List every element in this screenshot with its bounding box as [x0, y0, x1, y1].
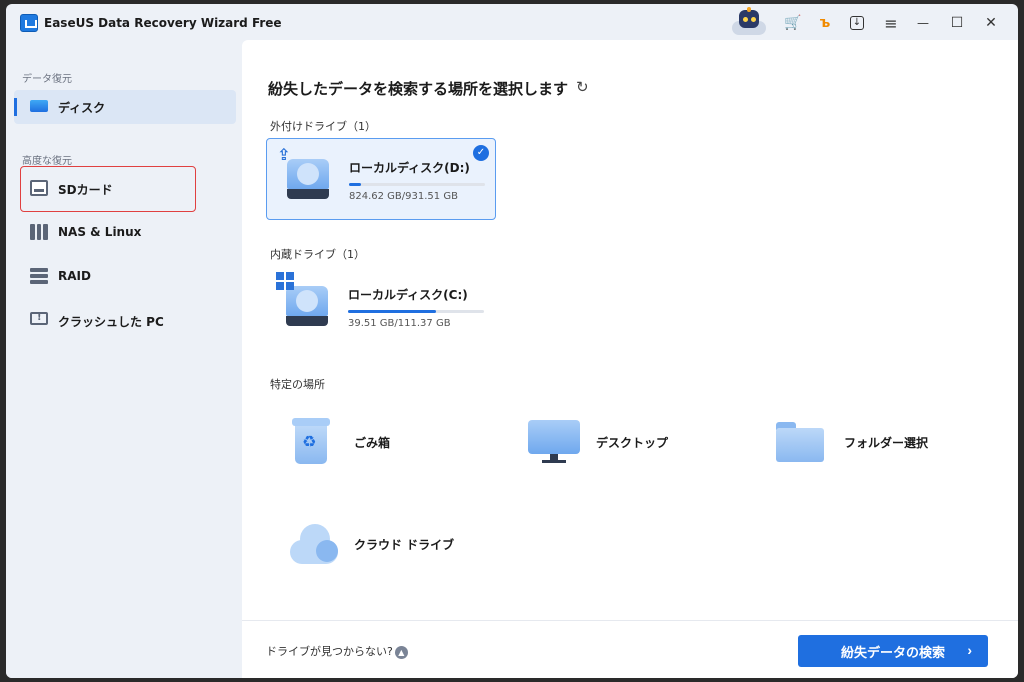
app-logo-icon — [20, 14, 38, 32]
sidebar-item-crashed-pc[interactable]: クラッシュした PC — [14, 304, 236, 338]
cloud-icon — [286, 522, 340, 566]
chevron-right-icon: › — [967, 642, 972, 658]
cart-icon[interactable]: 🛒 — [782, 12, 804, 34]
sidebar-item-label: RAID — [58, 269, 91, 283]
sidebar-item-sd-card[interactable]: SDカード — [14, 172, 236, 206]
location-label: デスクトップ — [596, 436, 669, 450]
refresh-icon[interactable]: ↻ — [576, 78, 589, 96]
drive-size: 824.62 GB/931.51 GB — [349, 191, 458, 202]
drive-not-found-link[interactable]: ドライブが見つからない? ▲ — [266, 643, 408, 659]
sidebar-item-label: ディスク — [58, 101, 106, 115]
windows-icon — [276, 272, 294, 290]
external-drives-label: 外付けドライブ（1） — [270, 120, 376, 133]
location-label: フォルダー選択 — [844, 436, 929, 450]
sd-card-icon — [30, 180, 48, 196]
app-title: EaseUS Data Recovery Wizard Free — [44, 16, 282, 30]
location-cloud-drive[interactable]: クラウド ドライブ — [286, 518, 486, 568]
location-recycle-bin[interactable]: ♻ ごみ箱 — [286, 416, 486, 466]
close-icon[interactable]: ✕ — [980, 12, 1002, 34]
desktop-icon — [528, 420, 580, 464]
sidebar-item-label: SDカード — [58, 183, 113, 197]
footer: ドライブが見つからない? ▲ 紛失データの検索 › — [242, 620, 1018, 678]
internal-drives-label: 内蔵ドライブ（1） — [270, 248, 365, 261]
check-icon: ✓ — [473, 145, 489, 161]
sidebar-item-nas-linux[interactable]: NAS & Linux — [14, 216, 236, 250]
key-icon[interactable]: ъ — [814, 12, 836, 34]
crashed-pc-icon — [30, 312, 48, 325]
download-icon[interactable]: ↓ — [846, 12, 868, 34]
sidebar-item-raid[interactable]: RAID — [14, 260, 236, 294]
drive-name: ローカルディスク(C:) — [348, 288, 468, 302]
title-bar: EaseUS Data Recovery Wizard Free 🛒 ъ ↓ ≡… — [6, 4, 1018, 40]
assistant-robot-icon[interactable] — [730, 7, 768, 37]
minimize-icon[interactable]: — — [912, 12, 934, 34]
hdd-icon — [287, 159, 329, 199]
sidebar-item-label: クラッシュした PC — [58, 315, 164, 329]
folder-icon — [776, 422, 824, 462]
app-window: EaseUS Data Recovery Wizard Free 🛒 ъ ↓ ≡… — [6, 4, 1018, 678]
usb-icon: ⇪ — [277, 145, 291, 164]
chevron-up-icon[interactable]: ▲ — [394, 645, 408, 659]
maximize-icon[interactable]: ☐ — [946, 12, 968, 34]
sidebar-section-advanced: 高度な復元 — [22, 156, 72, 167]
scan-button[interactable]: 紛失データの検索 › — [798, 635, 988, 667]
drive-name: ローカルディスク(D:) — [349, 161, 470, 175]
usage-bar — [349, 183, 485, 186]
specific-locations-label: 特定の場所 — [270, 378, 325, 391]
drive-card-c[interactable]: ローカルディスク(C:) 39.51 GB/111.37 GB — [266, 266, 496, 348]
sidebar-section-data-recovery: データ復元 — [22, 74, 72, 85]
recycle-bin-icon: ♻ — [292, 418, 330, 464]
hdd-icon — [286, 286, 328, 326]
sidebar-item-label: NAS & Linux — [58, 225, 142, 239]
sidebar-item-disk[interactable]: ディスク — [14, 90, 236, 124]
drive-card-d[interactable]: ⇪ ローカルディスク(D:) 824.62 GB/931.51 GB ✓ — [266, 138, 496, 220]
menu-icon[interactable]: ≡ — [880, 12, 902, 34]
disk-icon — [30, 100, 48, 112]
location-select-folder[interactable]: フォルダー選択 — [776, 416, 976, 466]
location-desktop[interactable]: デスクトップ — [528, 416, 728, 466]
location-label: クラウド ドライブ — [354, 538, 455, 552]
raid-icon — [30, 268, 48, 284]
main-panel: 紛失したデータを検索する場所を選択します ↻ 外付けドライブ（1） ⇪ ローカル… — [242, 40, 1018, 678]
drive-size: 39.51 GB/111.37 GB — [348, 318, 451, 329]
usage-bar — [348, 310, 484, 313]
page-title: 紛失したデータを検索する場所を選択します — [268, 80, 569, 98]
nas-icon — [30, 224, 49, 240]
sidebar: データ復元 ディスク 高度な復元 SDカード NAS & Linux RAID … — [6, 40, 242, 678]
location-label: ごみ箱 — [354, 436, 391, 450]
